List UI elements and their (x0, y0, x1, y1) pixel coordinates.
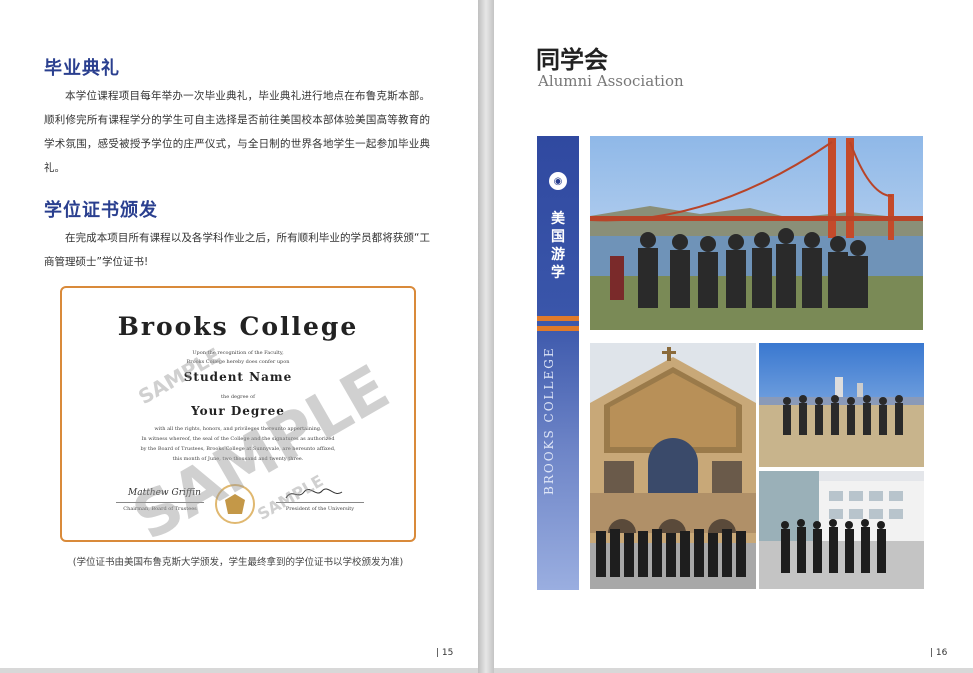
beach-group-photo (759, 343, 924, 467)
degree-certificate-image: Brooks College Upon the recognition of t… (60, 286, 416, 542)
page-title: 同学会 (536, 46, 608, 74)
chapel-group-photo (590, 343, 756, 589)
side-band: ◉ 美国游学 BROOKS COLLEGE (537, 136, 579, 590)
graduation-paragraph: 本学位课程项目每年举办一次毕业典礼，毕业典礼进行地点在布鲁克斯本部。顺利修完所有… (44, 90, 430, 174)
right-page: 同学会 Alumni Association ◉ 美国游学 BROOKS COL… (494, 0, 973, 668)
certificate-paragraph: 在完成本项目所有课程以及各学科作业之后，所有顺利毕业的学员都将获颁“工商管理硕士… (44, 232, 430, 268)
page-number: | 16 (930, 648, 948, 658)
band-stripe (537, 326, 579, 331)
college-crest-icon: ◉ (549, 172, 567, 190)
left-page: 毕业典礼 本学位课程项目每年举办一次毕业典礼，毕业典礼进行地点在布鲁克斯本部。顺… (0, 0, 478, 668)
building-group-photo (759, 471, 924, 589)
band-label-en: BROOKS COLLEGE (542, 346, 556, 496)
band-label-cn: 美国游学 (551, 211, 565, 281)
band-stripe (537, 316, 579, 321)
certificate-heading: 学位证书颁发 (44, 200, 158, 221)
golden-gate-group-photo (590, 136, 923, 330)
certificate-title: Brooks College (117, 312, 359, 341)
graduation-heading: 毕业典礼 (44, 58, 120, 79)
book-gutter (478, 0, 494, 673)
page-number: | 15 (436, 648, 454, 658)
page-subtitle: Alumni Association (538, 72, 684, 90)
certificate-caption: (学位证书由美国布鲁克斯大学颁发，学生最终拿到的学位证书以学校颁发为准) (72, 557, 404, 568)
